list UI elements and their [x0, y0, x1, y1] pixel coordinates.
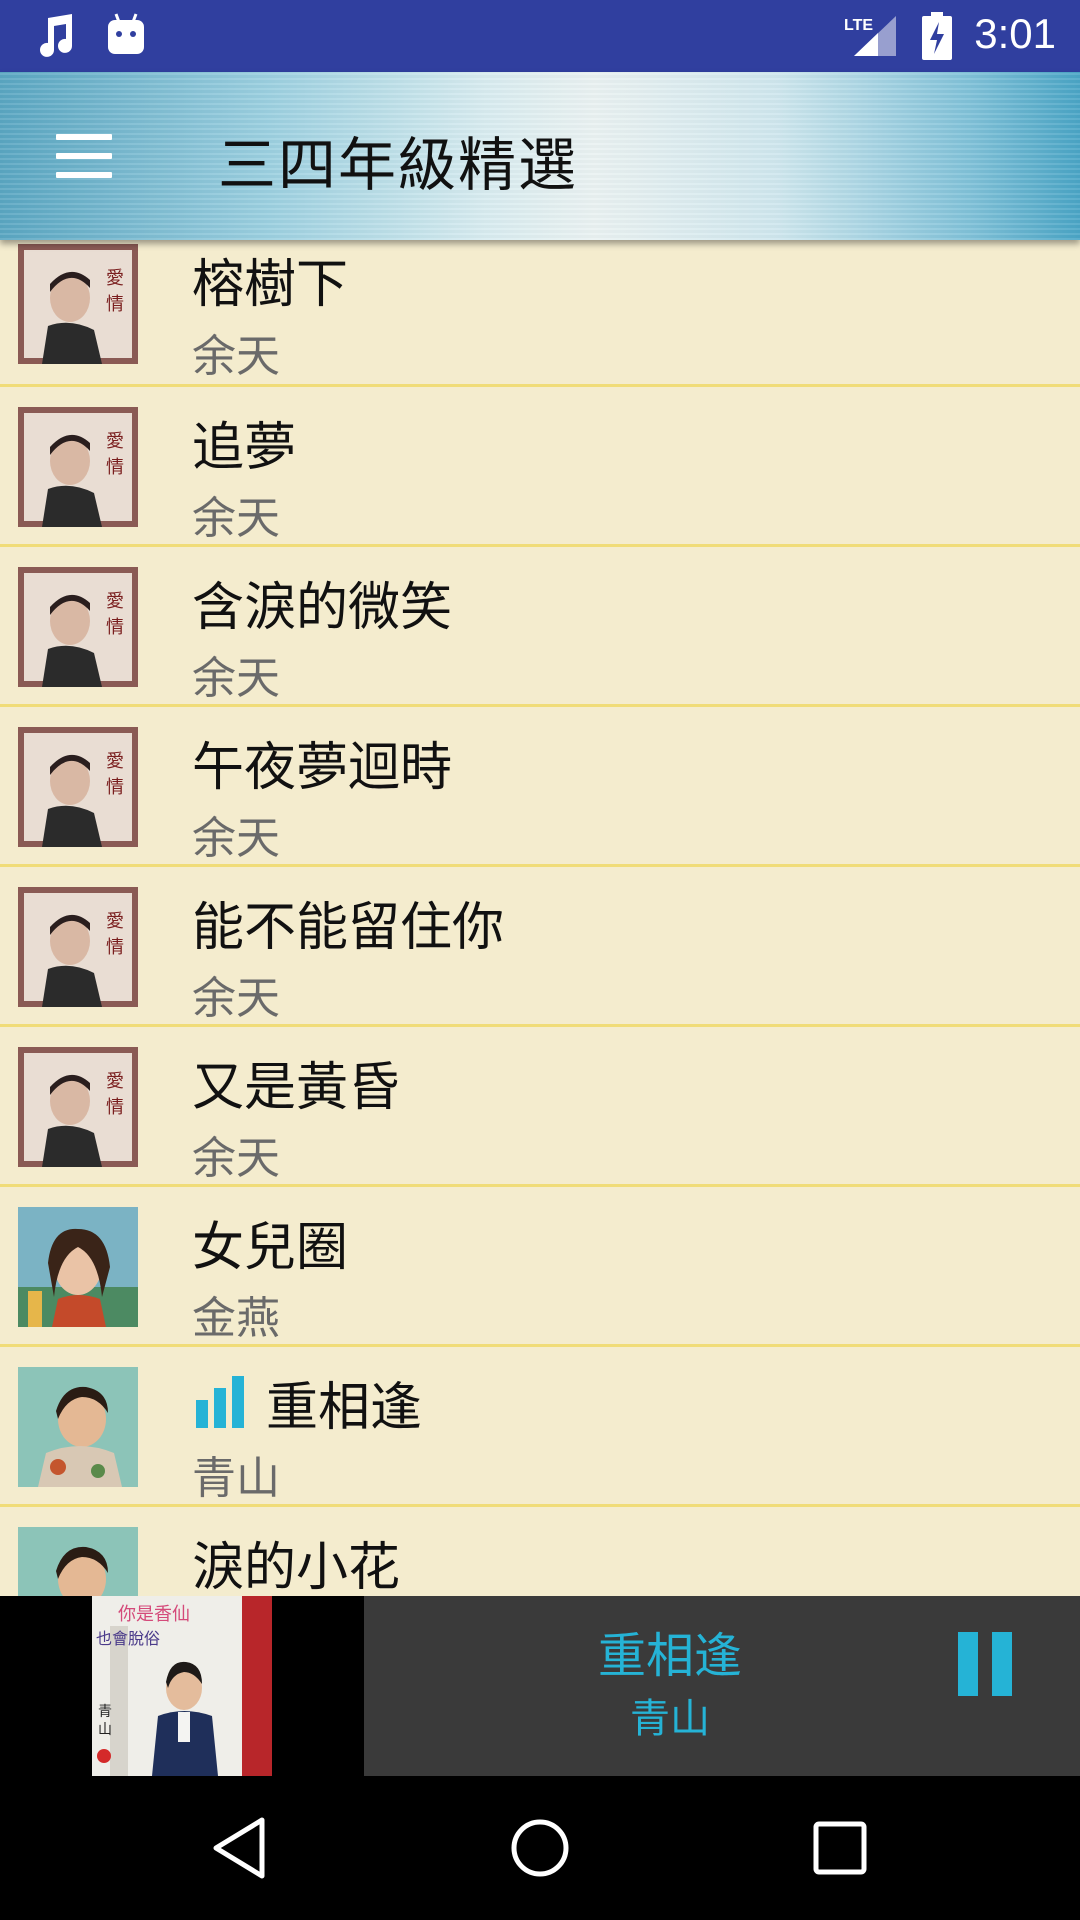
svg-text:愛: 愛 [106, 911, 124, 932]
network-label: LTE [844, 17, 873, 34]
svg-text:愛: 愛 [106, 591, 124, 612]
hamburger-menu-icon[interactable] [40, 122, 128, 190]
toolbar: 三四年級精選 [0, 72, 1080, 240]
song-title: 榕樹下 [192, 254, 349, 315]
song-artist: 金燕 [192, 1293, 280, 1344]
list-item[interactable]: 愛情 午夜夢迴時 余天 [0, 707, 1080, 867]
song-artist: 青山 [192, 1453, 280, 1504]
list-item[interactable]: 愛情 能不能留住你 余天 [0, 867, 1080, 1027]
svg-text:情: 情 [106, 457, 124, 478]
svg-text:你是香仙: 你是香仙 [118, 1604, 190, 1625]
music-note-icon [40, 14, 72, 57]
svg-text:情: 情 [106, 777, 124, 798]
song-list[interactable]: 愛情 榕樹下 余天 愛情 追夢 余天 愛情 含淚的微笑 余天 愛情 午夜夢迴時 … [0, 240, 1080, 1596]
list-item[interactable]: 女兒圈 金燕 [0, 1187, 1080, 1347]
song-title: 又是黃昏 [192, 1057, 401, 1118]
svg-text:山: 山 [98, 1722, 112, 1738]
pause-button[interactable] [958, 1632, 1018, 1698]
list-item[interactable]: 愛情 又是黃昏 余天 [0, 1027, 1080, 1187]
song-artist: 余天 [192, 331, 280, 382]
list-item[interactable]: 重相逢 青山 [0, 1347, 1080, 1507]
svg-text:愛: 愛 [106, 268, 124, 289]
song-title: 女兒圈 [192, 1217, 349, 1278]
album-cover [18, 1207, 138, 1327]
pause-icon [958, 1632, 978, 1696]
svg-text:情: 情 [106, 1097, 124, 1118]
now-playing-title: 重相逢 [597, 1628, 742, 1684]
album-cover [18, 1527, 138, 1596]
system-nav-bar [0, 1776, 1080, 1920]
song-title: 追夢 [192, 417, 297, 478]
status-time: 3:01 [974, 10, 1056, 57]
android-icon [108, 13, 144, 54]
status-bar: LTE 3:01 [0, 0, 1080, 72]
svg-text:愛: 愛 [106, 1071, 124, 1092]
svg-text:情: 情 [106, 294, 124, 315]
now-playing-artist: 青山 [630, 1696, 710, 1742]
svg-text:愛: 愛 [106, 751, 124, 772]
album-cover: 愛情 [18, 887, 138, 1007]
lte-signal-icon: LTE [844, 16, 896, 56]
song-artist: 余天 [192, 653, 280, 704]
svg-text:也會脫俗: 也會脫俗 [96, 1629, 160, 1648]
song-artist: 余天 [192, 493, 280, 544]
home-icon[interactable] [504, 1812, 576, 1884]
list-item[interactable]: 愛情 榕樹下 余天 [0, 240, 1080, 387]
svg-text:情: 情 [106, 937, 124, 958]
album-cover: 愛情 [18, 1047, 138, 1167]
album-cover [18, 1367, 138, 1487]
song-title: 重相逢 [266, 1377, 423, 1438]
back-icon[interactable] [204, 1812, 276, 1884]
song-title: 午夜夢迴時 [192, 737, 453, 798]
recents-icon[interactable] [804, 1812, 876, 1884]
song-artist: 余天 [192, 1133, 280, 1184]
song-title: 淚的小花 [192, 1537, 401, 1597]
now-playing-equalizer-icon [196, 1376, 244, 1428]
list-item[interactable]: 愛情 追夢 余天 [0, 387, 1080, 547]
song-title: 含淚的微笑 [192, 577, 453, 638]
svg-text:情: 情 [106, 617, 124, 638]
album-cover: 愛情 [18, 244, 138, 364]
album-cover: 愛情 [18, 567, 138, 687]
album-cover: 愛情 [18, 407, 138, 527]
album-cover: 愛情 [18, 727, 138, 847]
song-artist: 余天 [192, 973, 280, 1024]
now-playing-bar[interactable]: 你是香仙 也會脫俗 青 山 重相逢 青山 [0, 1596, 1080, 1776]
list-item[interactable]: 愛情 含淚的微笑 余天 [0, 547, 1080, 707]
song-title: 能不能留住你 [192, 897, 505, 958]
song-artist: 余天 [192, 813, 280, 864]
page-title: 三四年級精選 [218, 131, 579, 199]
battery-charging-icon [922, 12, 952, 60]
now-playing-album-art: 你是香仙 也會脫俗 青 山 [92, 1596, 272, 1776]
list-item[interactable]: 淚的小花 青山 [0, 1507, 1080, 1596]
svg-text:青: 青 [98, 1704, 112, 1720]
svg-text:愛: 愛 [106, 431, 124, 452]
